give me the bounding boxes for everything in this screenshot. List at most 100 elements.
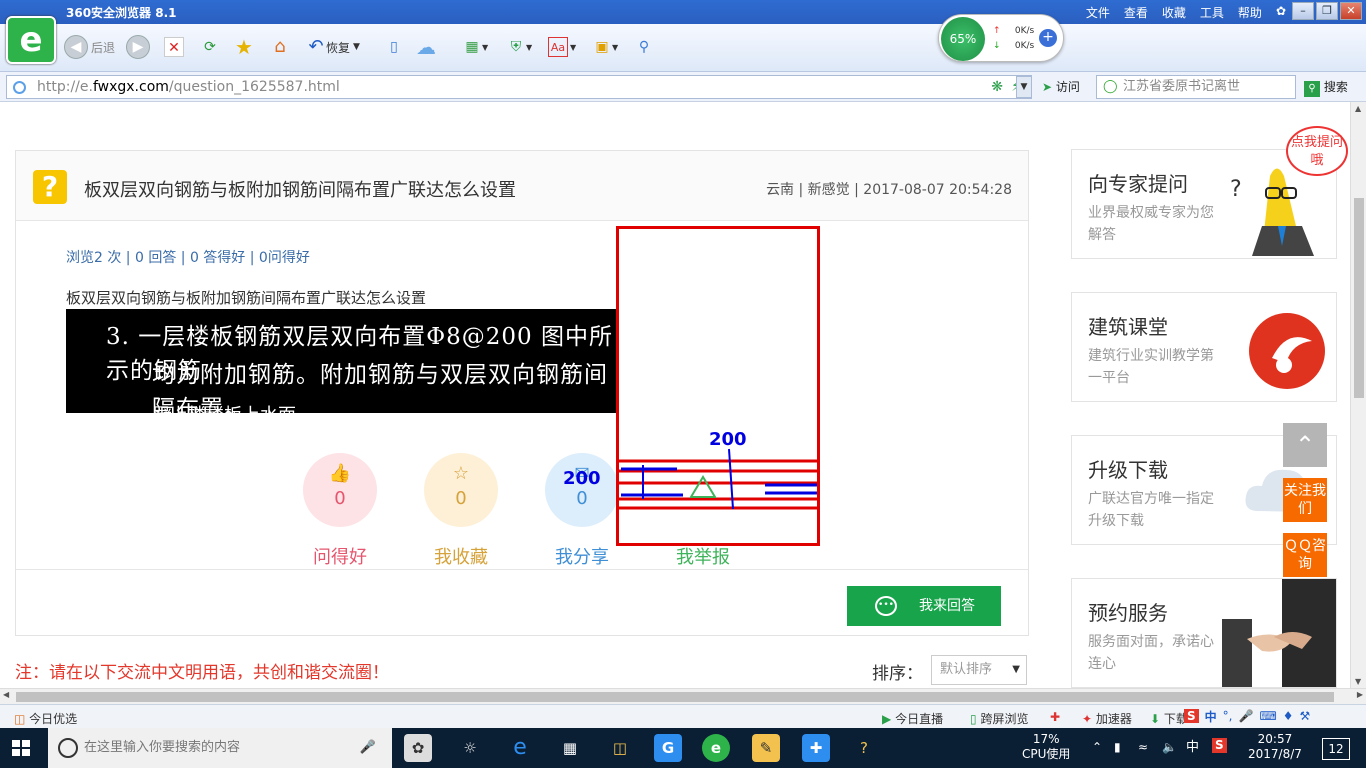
vertical-scrollbar[interactable]: ▲ ▼	[1350, 102, 1366, 688]
phone-icon: ▯	[390, 39, 398, 55]
screenshot-button[interactable]: ▣ ▼	[592, 34, 618, 60]
horizontal-scrollbar[interactable]: ◀ ▶	[0, 688, 1366, 704]
favorite-button[interactable]: ★	[234, 34, 254, 60]
today-live[interactable]: ▶ 今日直播	[882, 710, 943, 727]
volume-icon[interactable]: 🔈	[1162, 740, 1177, 755]
follow-us-button[interactable]: 关注我们	[1283, 478, 1327, 522]
sogou-tray-icon[interactable]: S	[1212, 738, 1227, 753]
question-image[interactable]: 3. 一层楼板钢筋双层双向布置Φ8@200 图中所示的钢筋 均为附加钢筋。附加钢…	[66, 309, 618, 413]
scroll-right-icon[interactable]: ▶	[1357, 690, 1363, 699]
url-prefix: http://e.	[37, 79, 93, 95]
wifi-icon[interactable]: ≈	[1138, 740, 1148, 755]
clock[interactable]: 20:57 2017/8/7	[1248, 732, 1302, 762]
url-dropdown-icon[interactable]: ▼	[1016, 76, 1032, 98]
apps-button[interactable]: ▦ ▼	[462, 34, 488, 60]
back-button[interactable]: ◀ 后退	[64, 34, 115, 60]
notification-center[interactable]: 12	[1322, 738, 1350, 760]
taskbar-search-input[interactable]: 在这里输入你要搜索的内容 🎤	[48, 728, 392, 768]
search-input[interactable]: ◯ 江苏省委原书记离世	[1096, 75, 1296, 99]
translate-button[interactable]: Aa ▼	[548, 34, 576, 60]
answer-button[interactable]: ••• 我来回答	[847, 586, 1001, 626]
notepad-icon[interactable]: ✎	[752, 734, 780, 762]
menu-tools[interactable]: 工具	[1200, 4, 1224, 21]
ask-bubble[interactable]: 点我提问哦	[1286, 126, 1348, 176]
qq-consult-button[interactable]: ＱＱ咨询	[1283, 533, 1327, 577]
like-action[interactable]: 👍 0 问得好	[303, 453, 377, 568]
windows-start-icon[interactable]	[12, 740, 30, 756]
collect-action[interactable]: ☆ 0 我收藏	[424, 453, 498, 568]
today-picks[interactable]: ◫ 今日优选	[14, 710, 77, 727]
question-title: 板双层双向钢筋与板附加钢筋间隔布置广联达怎么设置	[84, 180, 516, 201]
stop-button[interactable]: ✕	[164, 34, 184, 60]
downloads[interactable]: ⬇ 下载	[1150, 710, 1188, 727]
skin-icon[interactable]: ✿	[1276, 4, 1286, 21]
browser-statusbar: ◫ 今日优选 ▶ 今日直播 ▯ 跨屏浏览 ✚ ✦ 加速器 ⬇ 下载 S 中 °,…	[0, 704, 1366, 728]
forward-button[interactable]: ▶	[126, 34, 150, 60]
mobile-button[interactable]: ▯	[384, 34, 404, 60]
ask-expert-title: 向专家提问	[1088, 172, 1188, 196]
menu-favorites[interactable]: 收藏	[1162, 4, 1186, 21]
network-speed-widget[interactable]: 65% ↑ 0K/s ↓ 0K/s +	[938, 14, 1064, 62]
menu-help[interactable]: 帮助	[1238, 4, 1262, 21]
cross-screen[interactable]: ▯ 跨屏浏览	[970, 710, 1028, 727]
undo-icon: ↶	[308, 36, 324, 57]
cpu-usage[interactable]: 17% CPU使用	[1022, 732, 1070, 762]
vertical-scroll-thumb[interactable]	[1354, 198, 1364, 398]
question-meta: 云南 | 新感觉 | 2017-08-07 20:54:28	[766, 182, 1012, 198]
image-text-line3: 层上楼楼板上水面	[152, 401, 296, 413]
search-icon: ⚲	[1304, 81, 1320, 97]
medical-icon[interactable]: ✚	[1050, 710, 1060, 724]
zoom-button[interactable]: ⚲	[634, 34, 654, 60]
help-icon[interactable]: ?	[850, 734, 878, 762]
scroll-down-icon[interactable]: ▼	[1355, 677, 1361, 686]
loading-icon[interactable]: ❋	[991, 76, 1003, 98]
close-button[interactable]: ✕	[1340, 2, 1362, 20]
restore-button[interactable]: ↶ 恢复 ▼	[306, 34, 359, 60]
store-icon[interactable]: ▦	[556, 734, 584, 762]
accelerator[interactable]: ✦ 加速器	[1082, 710, 1132, 727]
course-logo-icon	[1249, 313, 1325, 389]
sort-select[interactable]: 默认排序 ▼	[931, 655, 1027, 685]
microphone-icon[interactable]: 🎤	[360, 728, 376, 768]
battery-icon[interactable]: ▮	[1114, 740, 1121, 755]
cortana-icon	[58, 738, 78, 758]
app-icon-2[interactable]: ☼	[456, 734, 484, 762]
maximize-button[interactable]: ❐	[1316, 2, 1338, 20]
question-stats: 浏览2 次 | 0 回答 | 0 答得好 | 0问得好	[66, 250, 310, 266]
course-card[interactable]: 建筑课堂 建筑行业实训教学第一平台	[1071, 292, 1337, 402]
tool-icon[interactable]: ✚	[802, 734, 830, 762]
visit-button[interactable]: ➤ 访问	[1042, 78, 1080, 95]
share-count: 0	[576, 488, 588, 509]
scroll-left-icon[interactable]: ◀	[3, 690, 9, 699]
search-placeholder: 江苏省委原书记离世	[1123, 79, 1241, 94]
menu-file[interactable]: 文件	[1086, 4, 1110, 21]
menu-view[interactable]: 查看	[1124, 4, 1148, 21]
home-button[interactable]: ⌂	[270, 34, 290, 60]
cloud-button[interactable]: ☁	[416, 34, 436, 60]
browser-menu: 文件 查看 收藏 工具 帮助 ✿	[1086, 4, 1286, 21]
ime-indicator[interactable]: 中	[1186, 740, 1199, 755]
ime-toolbar[interactable]: S 中 °, 🎤 ⌨ ♦ ⚒	[1184, 705, 1366, 727]
course-desc: 建筑行业实训教学第一平台	[1088, 348, 1214, 386]
browser-360-icon[interactable]: e	[702, 734, 730, 762]
back-to-top-button[interactable]: ⌃	[1283, 423, 1327, 467]
glodon-icon[interactable]: G	[654, 734, 682, 762]
minimize-button[interactable]: –	[1292, 2, 1314, 20]
horizontal-scroll-thumb[interactable]	[16, 692, 1334, 702]
app-icon-1[interactable]: ✿	[404, 734, 432, 762]
edge-icon[interactable]: e	[506, 734, 534, 762]
share-action[interactable]: ✉ 0 我分享	[545, 453, 619, 568]
refresh-icon: ⟳	[204, 39, 216, 55]
tray-chevron-icon[interactable]: ⌃	[1092, 740, 1102, 755]
url-field[interactable]: http://e.fwxgx.com/question_1625587.html…	[6, 75, 1032, 99]
refresh-button[interactable]: ⟳	[200, 34, 220, 60]
appointment-card[interactable]: 预约服务 服务面对面，承诺心连心	[1071, 578, 1337, 688]
folder-icon[interactable]: ◫	[606, 734, 634, 762]
scroll-up-icon[interactable]: ▲	[1355, 104, 1361, 113]
download-speed: ↓ 0K/s	[993, 41, 1035, 51]
security-button[interactable]: ⛨ ▼	[506, 34, 532, 60]
plus-icon[interactable]: +	[1039, 29, 1057, 47]
search-button[interactable]: ⚲ 搜索	[1304, 78, 1348, 97]
rebar-diagram-popup[interactable]: 200 200	[563, 226, 820, 546]
appointment-desc: 服务面对面，承诺心连心	[1088, 634, 1214, 672]
